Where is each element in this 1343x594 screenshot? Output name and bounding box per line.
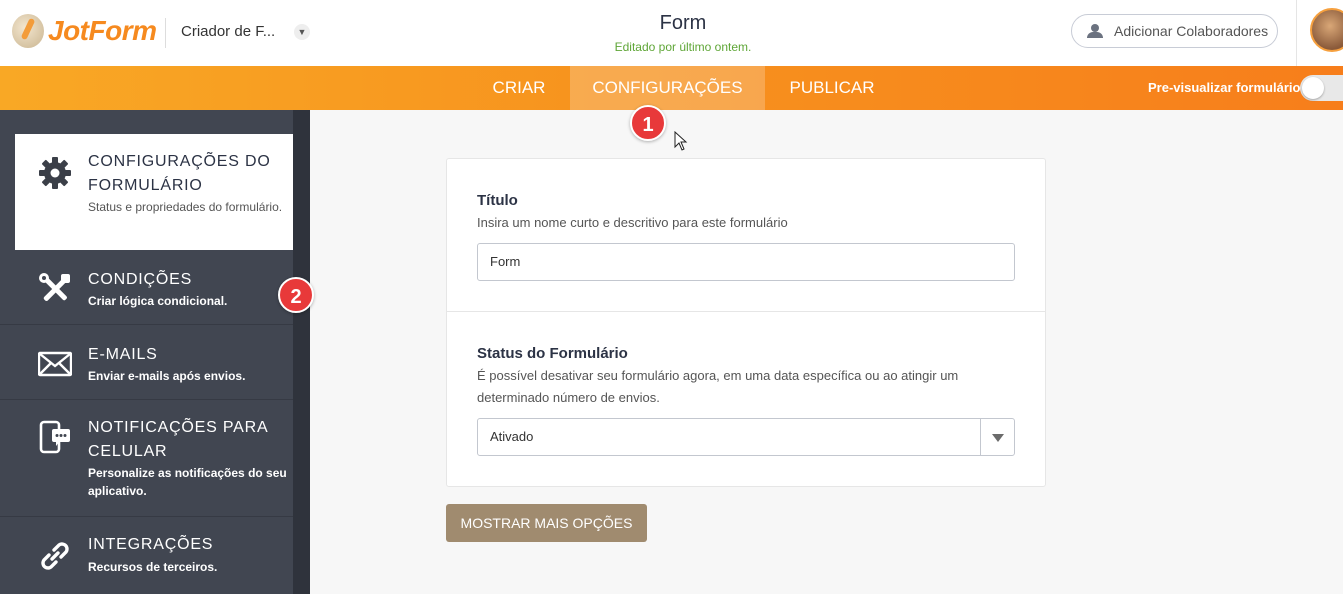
sidebar-item-form-settings[interactable]: CONFIGURAÇÕES DO FORMULÁRIO Status e pro… [15,134,293,250]
add-collaborators-button[interactable]: Adicionar Colaboradores [1071,14,1278,48]
avatar[interactable] [1310,8,1343,52]
tab-configuracoes[interactable]: CONFIGURAÇÕES [570,66,765,110]
tools-icon [39,273,70,301]
sidebar-scrollbar[interactable] [293,110,310,594]
jotform-logo-mark [12,14,44,48]
preview-form-label: Pre-visualizar formulário [1148,80,1301,95]
tab-publicar[interactable]: PUBLICAR [779,66,885,110]
top-header: JotForm Criador de F... ▼ Form Editado p… [0,0,1343,66]
title-field-help: Insira um nome curto e descritivo para e… [477,215,788,230]
card-divider [447,311,1045,312]
settings-sidebar: CONFIGURAÇÕES DO FORMULÁRIO Status e pro… [0,110,310,594]
last-edited-status: Editado por último ontem. [614,40,752,54]
tab-criar[interactable]: CRIAR [480,66,558,110]
logo-text: JotForm [48,15,157,46]
workspace-selector[interactable]: Criador de F... [181,23,275,40]
sidebar-item-conditions[interactable]: CONDIÇÕES Criar lógica condicional. [0,250,293,325]
header-divider-right [1296,0,1297,66]
sidebar-item-desc: Criar lógica condicional. [88,294,228,308]
form-settings-card: Título Insira um nome curto e descritivo… [446,158,1046,487]
chevron-down-icon[interactable]: ▼ [294,24,310,40]
header-divider [165,18,166,48]
form-title-input[interactable]: Form [477,243,1015,281]
sidebar-item-desc: Personalize as notificações do seu aplic… [88,466,287,498]
sidebar-item-title: INTEGRAÇÕES [88,536,214,553]
add-collaborators-label: Adicionar Colaboradores [1114,23,1269,39]
sidebar-item-title: CONFIGURAÇÕES DO FORMULÁRIO [88,153,271,194]
mobile-notification-icon [39,420,70,454]
gear-icon [39,157,71,189]
jotform-logo[interactable]: JotForm [12,14,157,48]
toggle-knob [1302,77,1324,99]
sidebar-item-desc: Enviar e-mails após envios. [88,369,246,383]
sidebar-item-integrations[interactable]: INTEGRAÇÕES Recursos de terceiros. [0,517,293,594]
status-field-help: É possível desativar seu formulário agor… [477,368,959,405]
status-field-label: Status do Formulário [477,345,628,362]
sidebar-item-desc: Recursos de terceiros. [88,560,218,574]
main-navbar: CRIAR CONFIGURAÇÕES PUBLICAR Pre-visuali… [0,66,1343,110]
annotation-badge-2: 2 [278,277,314,313]
link-icon [41,542,69,570]
title-field-label: Título [477,192,518,209]
users-icon [1086,24,1106,38]
sidebar-item-title: CONDIÇÕES [88,271,193,288]
dropdown-arrow-icon[interactable] [980,419,1014,455]
preview-form-toggle[interactable] [1300,75,1343,101]
annotation-badge-1: 1 [630,105,666,141]
form-status-select[interactable]: Ativado [477,418,1015,456]
sidebar-item-title: NOTIFICAÇÕES PARA CELULAR [88,419,268,460]
sidebar-item-desc: Status e propriedades do formulário. [88,200,283,214]
sidebar-item-mobile-notifications[interactable]: NOTIFICAÇÕES PARA CELULAR Personalize as… [0,400,293,517]
form-status-value: Ativado [490,429,534,444]
envelope-icon [38,351,72,377]
show-more-options-button[interactable]: MOSTRAR MAIS OPÇÕES [446,504,647,542]
sidebar-item-emails[interactable]: E-MAILS Enviar e-mails após envios. [0,325,293,400]
sidebar-item-title: E-MAILS [88,346,158,363]
mouse-cursor-icon [674,131,688,151]
form-title[interactable]: Form [583,12,783,35]
